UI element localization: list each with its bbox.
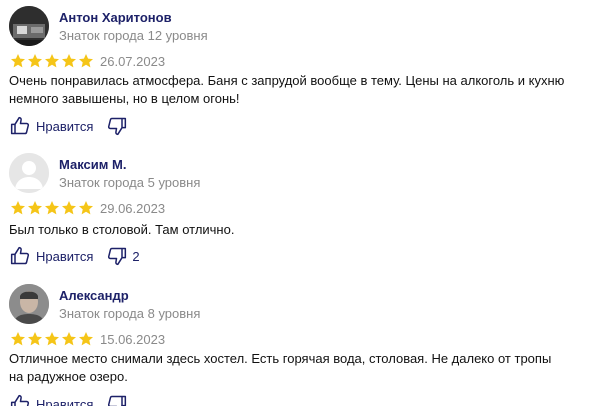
like-label: Нравится [36,396,94,406]
review-text: Очень понравилась атмосфера. Баня с запр… [9,73,565,106]
thumbs-down-icon [108,117,127,136]
thumbs-up-icon [10,116,30,135]
review-date: 15.06.2023 [100,332,166,347]
like-label: Нравится [36,118,94,134]
rating-stars [10,53,94,69]
star-icon [28,332,42,346]
star-icon [45,332,59,346]
star-icon [62,332,76,346]
star-icon [79,201,93,215]
author-name[interactable]: Антон Харитонов [59,10,172,25]
thumbs-up-icon [10,246,30,265]
avatar[interactable] [9,153,49,193]
avatar[interactable] [9,284,49,324]
author-name[interactable]: Максим М. [59,157,126,172]
star-icon [45,201,59,215]
rating-stars [10,331,94,347]
star-icon [79,332,93,346]
review-actions: Нравится [10,393,132,406]
review-date: 29.06.2023 [100,201,166,216]
like-button[interactable]: Нравится [10,246,93,266]
reviews-list: Антон Харитонов Знаток города 12 уровня … [0,0,592,406]
dislike-button[interactable]: 2 [107,246,140,266]
star-icon [11,332,25,346]
star-icon [62,54,76,68]
like-label: Нравится [36,248,94,264]
author-level: Знаток города 8 уровня [59,306,201,321]
star-icon [11,201,25,215]
star-icon [11,54,25,68]
star-icon [28,54,42,68]
thumbs-down-icon [108,395,127,406]
star-icon [79,54,93,68]
user-photo-icon [9,284,49,324]
review-date: 26.07.2023 [100,54,166,69]
star-icon [28,201,42,215]
star-icon [45,54,59,68]
author-level: Знаток города 12 уровня [59,28,208,43]
star-icon [62,201,76,215]
dislike-button[interactable] [107,394,132,406]
dislike-button[interactable] [107,116,132,136]
thumbs-down-icon [108,247,127,266]
author-name[interactable]: Александр [59,288,129,303]
review-text: Был только в столовой. Там отлично. [9,222,235,237]
author-level: Знаток города 5 уровня [59,175,201,190]
rating-stars [10,200,94,216]
review-actions: Нравится 2 [10,245,140,267]
user-photo-icon [9,6,49,46]
thumbs-up-icon [10,394,30,406]
default-user-icon [9,153,49,193]
review-actions: Нравится [10,115,132,137]
review-text: Отличное место снимали здесь хостел. Ест… [9,351,552,384]
like-button[interactable]: Нравится [10,394,93,406]
like-button[interactable]: Нравится [10,116,93,136]
dislike-count: 2 [132,248,140,264]
avatar[interactable] [9,6,49,46]
